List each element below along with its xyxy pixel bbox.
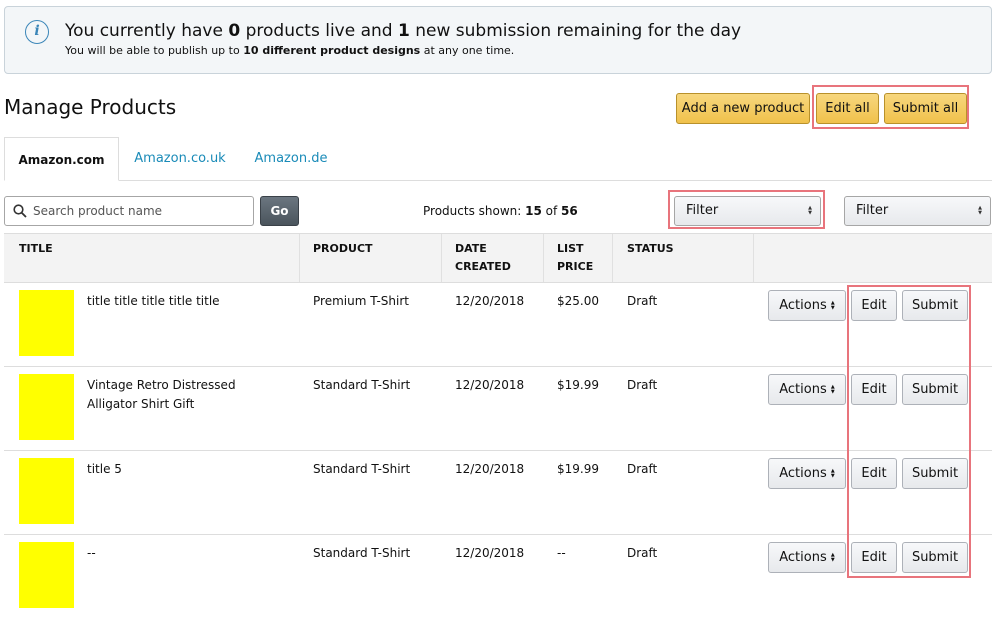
status: Draft — [627, 462, 658, 476]
info-icon: i — [25, 20, 49, 44]
actions-dropdown[interactable]: Actions ▲ ▼ — [768, 290, 846, 321]
product-thumbnail — [19, 542, 74, 608]
row-edit-submit-highlight — [847, 285, 971, 578]
date-created: 12/20/2018 — [455, 546, 525, 560]
list-price: $25.00 — [557, 294, 599, 308]
product-title[interactable]: title title title title title — [87, 292, 220, 311]
status: Draft — [627, 378, 658, 392]
submit-all-button[interactable]: Submit all — [884, 93, 967, 124]
table-row: Vintage Retro Distressed Alligator Shirt … — [4, 367, 992, 451]
select-arrows-icon: ▲ ▼ — [808, 205, 812, 216]
edit-all-button[interactable]: Edit all — [816, 93, 879, 124]
product-type: Premium T-Shirt — [313, 294, 409, 308]
list-price: -- — [557, 546, 566, 560]
col-date-created: DATE CREATED — [455, 242, 511, 273]
table-row: -- Standard T-Shirt 12/20/2018 -- Draft … — [4, 535, 992, 618]
live-count: 0 — [228, 21, 241, 41]
search-icon — [13, 204, 27, 218]
banner-subtext: You will be able to publish up to 10 dif… — [65, 44, 515, 57]
actions-dropdown[interactable]: Actions ▲ ▼ — [768, 374, 846, 405]
product-title[interactable]: -- — [87, 544, 96, 563]
select-arrows-icon: ▲ ▼ — [978, 205, 982, 216]
tab-amazon-co-uk[interactable]: Amazon.co.uk — [129, 137, 231, 181]
tab-amazon-com[interactable]: Amazon.com — [4, 137, 119, 181]
products-shown-count: Products shown: 15 of 56 — [423, 204, 578, 218]
add-new-product-button[interactable]: Add a new product — [676, 93, 810, 124]
product-thumbnail — [19, 290, 74, 356]
col-title: TITLE — [19, 242, 53, 255]
actions-dropdown[interactable]: Actions ▲ ▼ — [768, 458, 846, 489]
status: Draft — [627, 546, 658, 560]
status: Draft — [627, 294, 658, 308]
col-list-price: LIST PRICE — [557, 242, 594, 273]
sort-arrows-icon: ▲ ▼ — [830, 383, 835, 395]
sort-arrows-icon: ▲ ▼ — [830, 467, 835, 479]
page-title: Manage Products — [4, 95, 177, 119]
tab-amazon-de[interactable]: Amazon.de — [247, 137, 335, 181]
info-banner: i You currently have 0 products live and… — [4, 6, 992, 74]
table-row: title title title title title Premium T-… — [4, 283, 992, 367]
product-title[interactable]: title 5 — [87, 460, 122, 479]
actions-dropdown[interactable]: Actions ▲ ▼ — [768, 542, 846, 573]
sort-arrows-icon: ▲ ▼ — [830, 299, 835, 311]
product-title[interactable]: Vintage Retro Distressed Alligator Shirt … — [87, 376, 236, 414]
col-status: STATUS — [627, 242, 674, 255]
product-thumbnail — [19, 374, 74, 440]
date-created: 12/20/2018 — [455, 294, 525, 308]
sort-arrows-icon: ▲ ▼ — [830, 551, 835, 563]
table-row: title 5 Standard T-Shirt 12/20/2018 $19.… — [4, 451, 992, 535]
filter-select-1[interactable]: Filter ▲ ▼ — [674, 196, 821, 226]
product-thumbnail — [19, 458, 74, 524]
table-header: TITLE PRODUCT DATE CREATED LIST PRICE STAT… — [4, 233, 992, 283]
product-type: Standard T-Shirt — [313, 546, 411, 560]
date-created: 12/20/2018 — [455, 378, 525, 392]
search-input[interactable] — [33, 197, 248, 225]
list-price: $19.99 — [557, 462, 599, 476]
search-box — [4, 196, 254, 226]
product-type: Standard T-Shirt — [313, 462, 411, 476]
banner-headline: You currently have 0 products live and 1… — [65, 21, 742, 41]
product-type: Standard T-Shirt — [313, 378, 411, 392]
filter-select-2[interactable]: Filter ▲ ▼ — [844, 196, 991, 226]
date-created: 12/20/2018 — [455, 462, 525, 476]
col-product: PRODUCT — [313, 242, 373, 255]
go-button[interactable]: Go — [260, 196, 299, 226]
list-price: $19.99 — [557, 378, 599, 392]
remaining-count: 1 — [398, 21, 410, 41]
